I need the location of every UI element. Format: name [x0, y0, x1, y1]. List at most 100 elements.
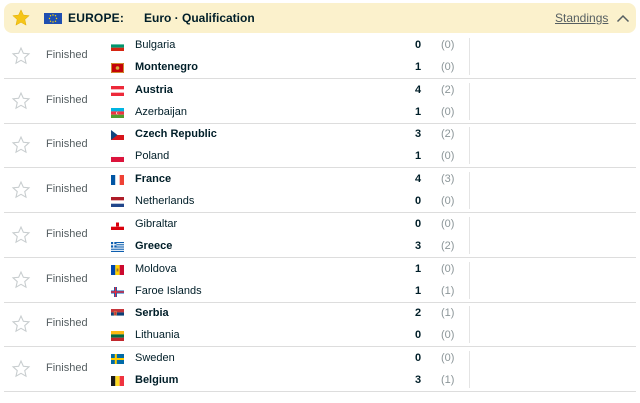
moldova-flag-icon [111, 264, 124, 275]
bulgaria-flag-icon [111, 41, 124, 51]
poland-flag-icon [111, 152, 124, 163]
home-team-name: Sweden [135, 351, 175, 364]
away-team-name: Faroe Islands [135, 284, 202, 297]
home-team-name: Moldova [135, 262, 177, 275]
azerbaijan-flag-icon [111, 107, 124, 118]
home-score: 0 [414, 217, 422, 230]
favorite-star-outline-icon[interactable] [11, 314, 31, 334]
home-team-name: Gibraltar [135, 217, 178, 230]
montenegro-flag-icon [111, 63, 124, 73]
away-halftime-score: (1) [441, 284, 455, 297]
match-status: Finished [46, 93, 88, 106]
away-halftime-score: (1) [441, 373, 455, 386]
favorite-star-outline-icon[interactable] [11, 91, 31, 111]
favorite-star-outline-icon[interactable] [11, 359, 31, 379]
czech-flag-icon [111, 130, 124, 141]
home-halftime-score: (0) [441, 217, 455, 230]
match-status: Finished [46, 183, 88, 196]
home-team-name: Serbia [135, 307, 169, 320]
serbia-flag-icon [111, 309, 124, 320]
match-status: Finished [46, 227, 88, 240]
home-team-name: Austria [135, 83, 173, 96]
home-team-name: Bulgaria [135, 39, 176, 51]
home-halftime-score: (0) [441, 351, 455, 364]
home-halftime-score: (2) [441, 128, 455, 141]
away-team-name: Azerbaijan [135, 105, 187, 118]
favorite-star-outline-icon[interactable] [11, 46, 31, 66]
match-row[interactable]: Finished Gibraltar 0 (0) Greece 3 (2) [4, 213, 636, 258]
home-score: 1 [414, 262, 422, 275]
away-score: 1 [414, 284, 422, 297]
home-score: 0 [414, 39, 422, 51]
sweden-flag-icon [111, 353, 124, 364]
away-score: 0 [414, 329, 422, 342]
home-team-name: France [135, 173, 172, 186]
away-team-name: Netherlands [135, 195, 195, 208]
austria-flag-icon [111, 85, 124, 96]
column-divider [469, 216, 470, 254]
league-country[interactable]: EUROPE: [68, 11, 124, 25]
away-team-name: Belgium [135, 373, 179, 386]
match-row[interactable]: Finished Czech Republic 3 (2) Poland 1 (0) [4, 123, 636, 169]
match-status: Finished [46, 49, 88, 61]
away-halftime-score: (0) [441, 61, 455, 73]
away-score: 3 [414, 373, 422, 386]
home-score: 3 [414, 128, 422, 141]
away-score: 1 [414, 105, 422, 118]
away-team-name: Montenegro [135, 61, 198, 73]
match-status: Finished [46, 272, 88, 285]
away-team-name: Greece [135, 239, 173, 252]
match-row[interactable]: Finished Serbia 2 (1) Lithuania 0 (0) [4, 302, 636, 348]
league-header: EUROPE: Euro · Qualification Standings [4, 3, 636, 33]
away-team-name: Lithuania [135, 329, 180, 342]
match-row[interactable]: Finished Austria 4 (2) Azerbaijan 1 (0) [4, 79, 636, 124]
match-row[interactable]: Finished Sweden 0 (0) Belgium 3 (1) [4, 347, 636, 392]
away-halftime-score: (0) [441, 105, 455, 118]
standings-link[interactable]: Standings [555, 11, 608, 25]
column-divider [469, 127, 470, 165]
away-score: 0 [414, 195, 422, 208]
away-halftime-score: (0) [441, 329, 455, 342]
france-flag-icon [111, 175, 124, 186]
home-score: 4 [414, 173, 422, 186]
home-halftime-score: (2) [441, 83, 455, 96]
away-score: 1 [414, 61, 422, 73]
favorite-star-icon[interactable] [11, 8, 31, 28]
home-team-name: Czech Republic [135, 128, 217, 141]
home-halftime-score: (3) [441, 173, 455, 186]
away-halftime-score: (0) [441, 195, 455, 208]
match-status: Finished [46, 138, 88, 151]
home-score: 4 [414, 83, 422, 96]
column-divider [469, 350, 470, 388]
eu-flag-icon [44, 13, 62, 24]
match-status: Finished [46, 361, 88, 374]
home-halftime-score: (0) [441, 262, 455, 275]
favorite-star-outline-icon[interactable] [11, 180, 31, 200]
favorite-star-outline-icon[interactable] [11, 270, 31, 290]
lithuania-flag-icon [111, 331, 124, 342]
favorite-star-outline-icon[interactable] [11, 225, 31, 245]
column-divider [469, 38, 470, 75]
away-halftime-score: (2) [441, 239, 455, 252]
faroe-flag-icon [111, 286, 124, 297]
favorite-star-outline-icon[interactable] [11, 135, 31, 155]
away-score: 1 [414, 150, 422, 163]
match-row[interactable]: Finished France 4 (3) Netherlands 0 (0) [4, 168, 636, 214]
belgium-flag-icon [111, 375, 124, 386]
home-score: 0 [414, 351, 422, 364]
gibraltar-flag-icon [111, 219, 124, 230]
netherlands-flag-icon [111, 197, 124, 208]
away-score: 3 [414, 239, 422, 252]
league-name[interactable]: Euro · Qualification [144, 11, 255, 25]
home-score: 2 [414, 307, 422, 320]
match-row[interactable]: Finished Moldova 1 (0) Faroe Islands 1 (1) [4, 258, 636, 303]
match-status: Finished [46, 317, 88, 330]
away-team-name: Poland [135, 150, 170, 163]
home-halftime-score: (1) [441, 307, 455, 320]
column-divider [469, 306, 470, 344]
match-row[interactable]: Finished Bulgaria 0 (0) Montenegro 1 (0) [4, 34, 636, 79]
away-halftime-score: (0) [441, 150, 455, 163]
column-divider [469, 82, 470, 120]
chevron-up-icon[interactable] [616, 13, 630, 23]
greece-flag-icon [111, 241, 124, 252]
